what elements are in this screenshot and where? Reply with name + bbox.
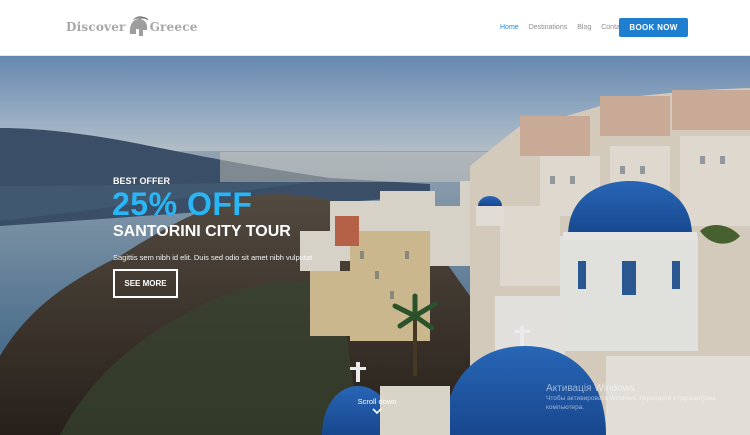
book-now-button[interactable]: BOOK NOW [619, 18, 688, 37]
hero-section: BEST OFFER 25% OFF SANTORINI CITY TOUR S… [0, 56, 750, 435]
best-offer-label: BEST OFFER [113, 176, 171, 186]
watermark-title: Активація Windows [546, 383, 635, 394]
chevron-down-icon [372, 408, 382, 415]
site-header: Discover Greece Home Destinations Blog C… [0, 0, 750, 56]
nav-destinations[interactable]: Destinations [529, 24, 568, 31]
main-nav: Home Destinations Blog Contact [500, 24, 625, 31]
logo-text-left: Discover [66, 20, 126, 34]
windows-activation-watermark: Активація Windows Чтобы активировать Win… [546, 383, 715, 412]
logo-text-right: Greece [149, 20, 198, 34]
watermark-line-1: Чтобы активировать Windows, перейдите к … [546, 395, 715, 402]
tour-title: SANTORINI CITY TOUR [113, 223, 291, 240]
see-more-button[interactable]: SEE MORE [113, 269, 178, 298]
scroll-down-label: Scroll down [357, 397, 397, 406]
nav-home[interactable]: Home [500, 24, 519, 31]
scroll-down-link[interactable]: Scroll down [342, 397, 412, 415]
watermark-line-2: компьютера. [546, 404, 585, 411]
nav-blog[interactable]: Blog [577, 24, 591, 31]
santorini-hero-image [0, 56, 750, 435]
tour-description: Sagittis sem nibh id elit. Duis sed odio… [113, 253, 313, 262]
discount-heading: 25% OFF [112, 186, 253, 222]
spartan-helmet-icon [129, 16, 148, 36]
site-logo[interactable]: Discover Greece [66, 14, 198, 40]
